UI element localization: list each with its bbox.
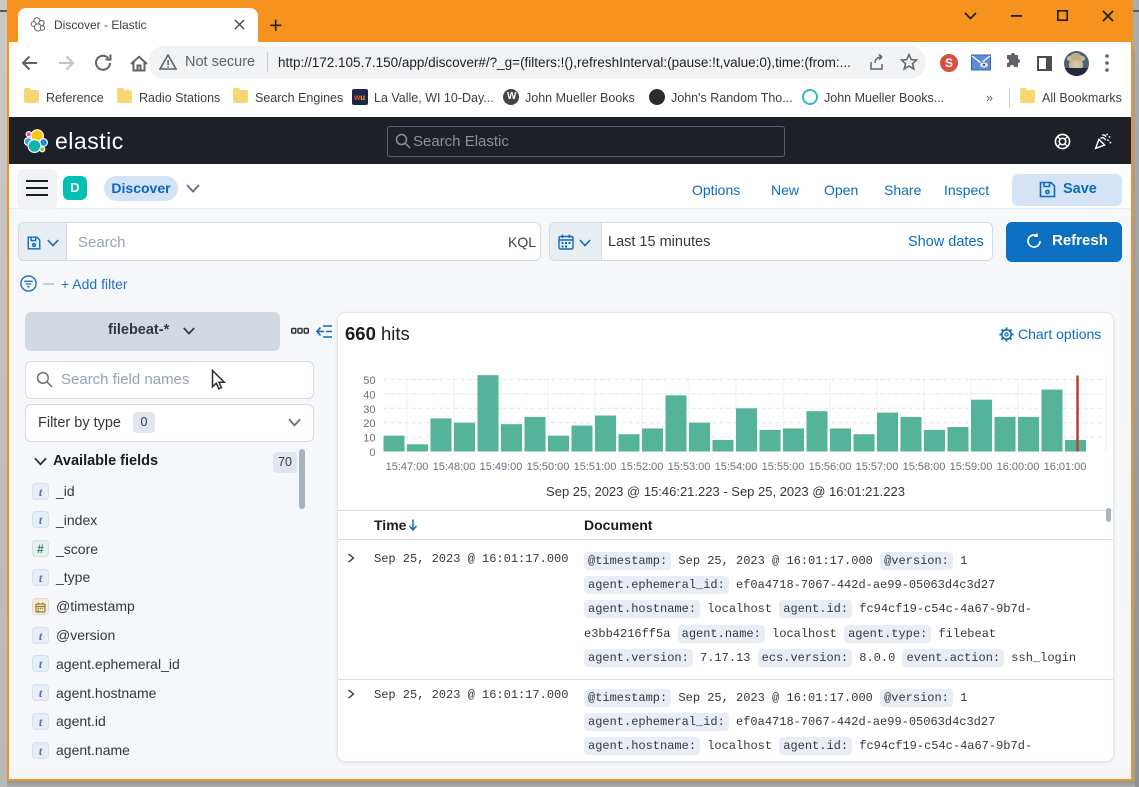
svg-text:16:01:00: 16:01:00 <box>1044 461 1087 473</box>
svg-text:40: 40 <box>363 389 375 401</box>
svg-text:15:54:00: 15:54:00 <box>715 461 758 473</box>
svg-text:15:48:00: 15:48:00 <box>433 461 476 473</box>
svg-text:15:49:00: 15:49:00 <box>480 461 523 473</box>
svg-text:20: 20 <box>363 418 375 430</box>
svg-text:15:57:00: 15:57:00 <box>856 461 899 473</box>
svg-text:15:58:00: 15:58:00 <box>903 461 946 473</box>
svg-text:15:59:00: 15:59:00 <box>950 461 993 473</box>
svg-text:15:50:00: 15:50:00 <box>527 461 570 473</box>
svg-text:16:00:00: 16:00:00 <box>997 461 1040 473</box>
svg-text:0: 0 <box>369 447 375 459</box>
svg-text:15:52:00: 15:52:00 <box>621 461 664 473</box>
svg-text:15:51:00: 15:51:00 <box>574 461 617 473</box>
svg-text:15:55:00: 15:55:00 <box>762 461 805 473</box>
svg-text:10: 10 <box>363 433 375 445</box>
svg-text:15:56:00: 15:56:00 <box>809 461 852 473</box>
svg-text:15:53:00: 15:53:00 <box>668 461 711 473</box>
svg-text:30: 30 <box>363 404 375 416</box>
svg-text:15:47:00: 15:47:00 <box>386 461 429 473</box>
svg-text:50: 50 <box>363 375 375 387</box>
